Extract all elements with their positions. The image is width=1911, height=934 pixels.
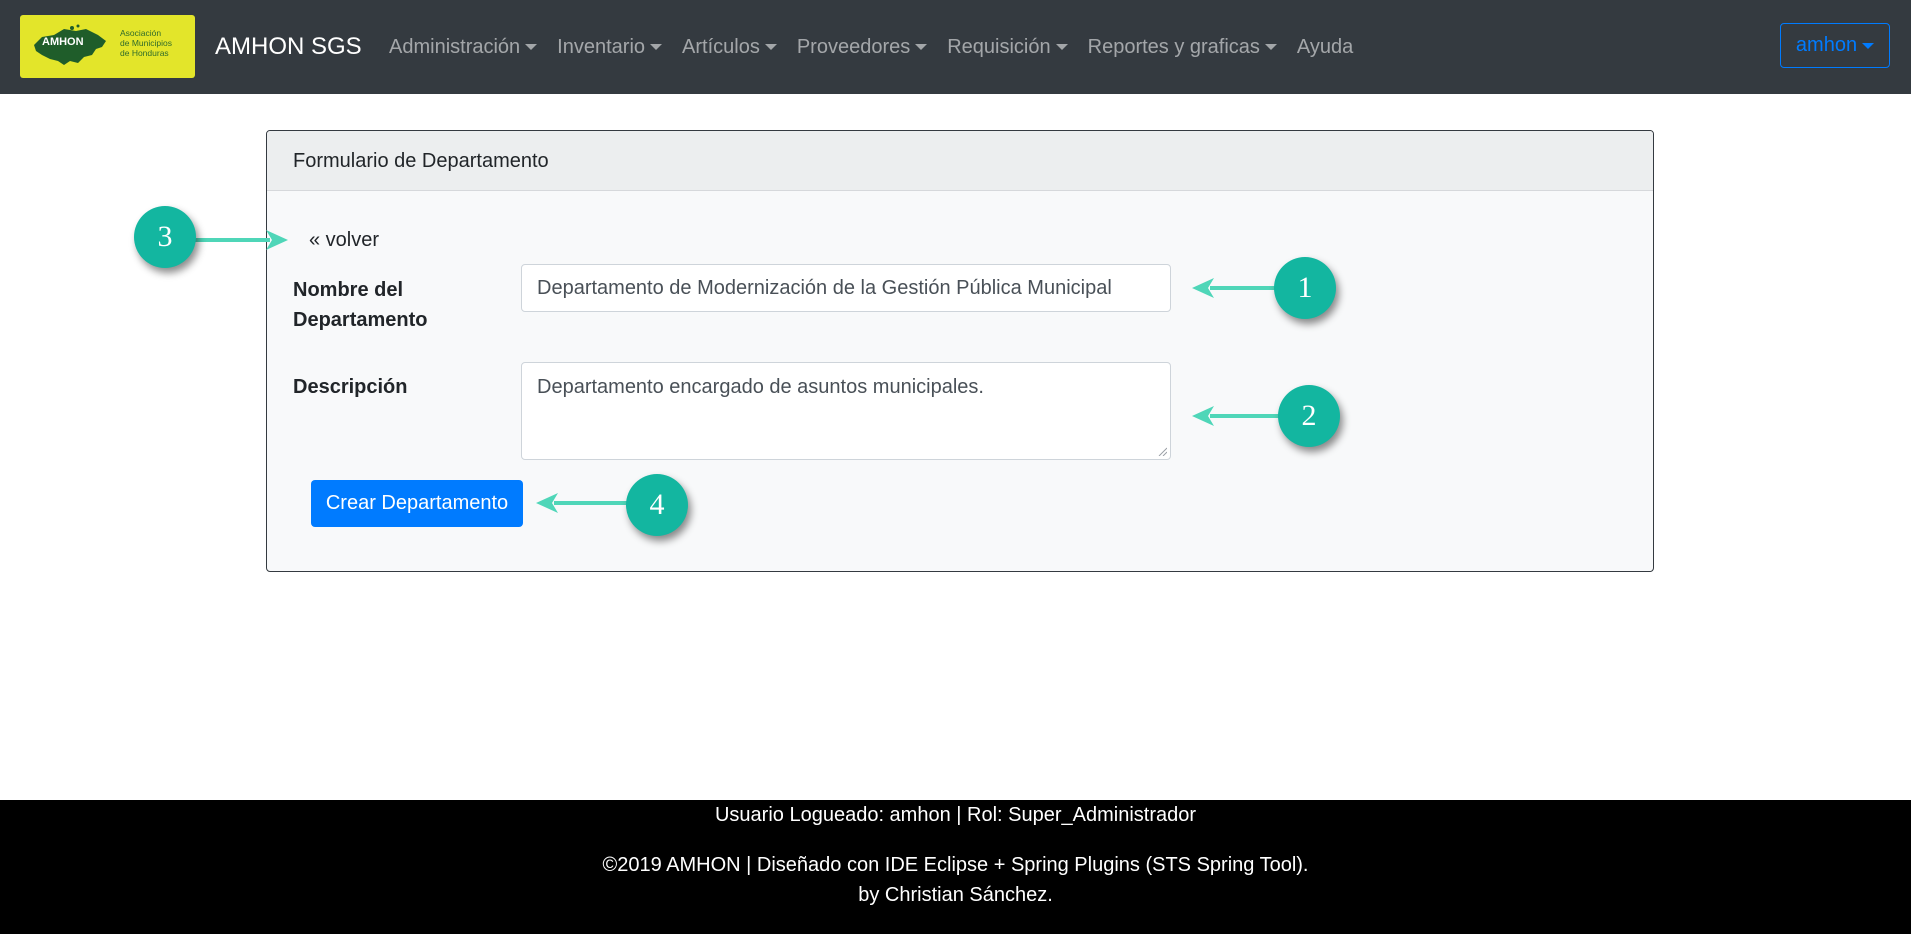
caret-down-icon <box>525 44 538 50</box>
svg-text:de Municipios: de Municipios <box>120 38 172 48</box>
annotation-arrow-3 <box>190 230 288 250</box>
nav-proveedores[interactable]: Proveedores <box>787 30 937 64</box>
user-menu-button[interactable]: amhon <box>1780 23 1890 68</box>
description-textarea[interactable]: Departamento encargado de asuntos munici… <box>521 362 1171 460</box>
brand-title[interactable]: AMHON SGS <box>215 30 362 64</box>
nav-articulos[interactable]: Artículos <box>672 30 787 64</box>
description-text: Departamento encargado de asuntos munici… <box>537 376 984 398</box>
department-name-input[interactable]: Departamento de Modernización de la Gest… <box>521 264 1171 312</box>
annotation-arrow-2 <box>1192 406 1290 426</box>
amhon-logo[interactable]: AMHON Asociación de Municipios de Hondur… <box>20 15 195 78</box>
svg-text:de Honduras: de Honduras <box>120 48 169 58</box>
create-department-button[interactable]: Crear Departamento <box>311 480 523 527</box>
footer-user-info: Usuario Logueado: amhon | Rol: Super_Adm… <box>714 804 1197 826</box>
caret-down-icon <box>1264 44 1277 50</box>
nav-ayuda[interactable]: Ayuda <box>1287 30 1363 64</box>
caret-down-icon <box>764 44 777 50</box>
honduras-map-icon: AMHON Asociación de Municipios de Hondur… <box>34 24 172 65</box>
nav-menu: Administración Inventario Artículos Prov… <box>389 30 1363 64</box>
caret-down-icon <box>1055 44 1068 50</box>
annotation-marker-1: 1 <box>1274 257 1336 319</box>
footer: Usuario Logueado: amhon | Rol: Super_Adm… <box>0 800 1911 934</box>
annotation-marker-3: 3 <box>134 206 196 268</box>
nav-requisicion[interactable]: Requisición <box>937 30 1077 64</box>
svg-text:AMHON: AMHON <box>42 36 84 48</box>
description-label: Descripción <box>293 376 408 398</box>
card-header: Formulario de Departamento <box>267 131 1653 191</box>
nav-inventario[interactable]: Inventario <box>547 30 672 64</box>
footer-author: by Christian Sánchez. <box>858 884 1053 906</box>
nav-administracion[interactable]: Administración <box>389 30 547 64</box>
caret-down-icon <box>915 44 928 50</box>
back-link[interactable]: « volver <box>309 229 379 252</box>
annotation-marker-2: 2 <box>1278 385 1340 447</box>
nav-reportes[interactable]: Reportes y graficas <box>1078 30 1287 64</box>
resize-grip-icon[interactable] <box>1157 446 1167 456</box>
annotation-arrow-4 <box>536 493 634 513</box>
navbar: AMHON Asociación de Municipios de Hondur… <box>0 0 1911 94</box>
annotation-marker-4: 4 <box>626 474 688 536</box>
svg-text:Asociación: Asociación <box>120 28 161 38</box>
department-form-card: Formulario de Departamento « volver Nomb… <box>266 130 1654 572</box>
footer-copyright: ©2019 AMHON | Diseñado con IDE Eclipse +… <box>602 854 1309 876</box>
caret-down-icon <box>1862 42 1875 49</box>
name-label: Nombre del Departamento <box>293 279 428 331</box>
caret-down-icon <box>650 44 663 50</box>
